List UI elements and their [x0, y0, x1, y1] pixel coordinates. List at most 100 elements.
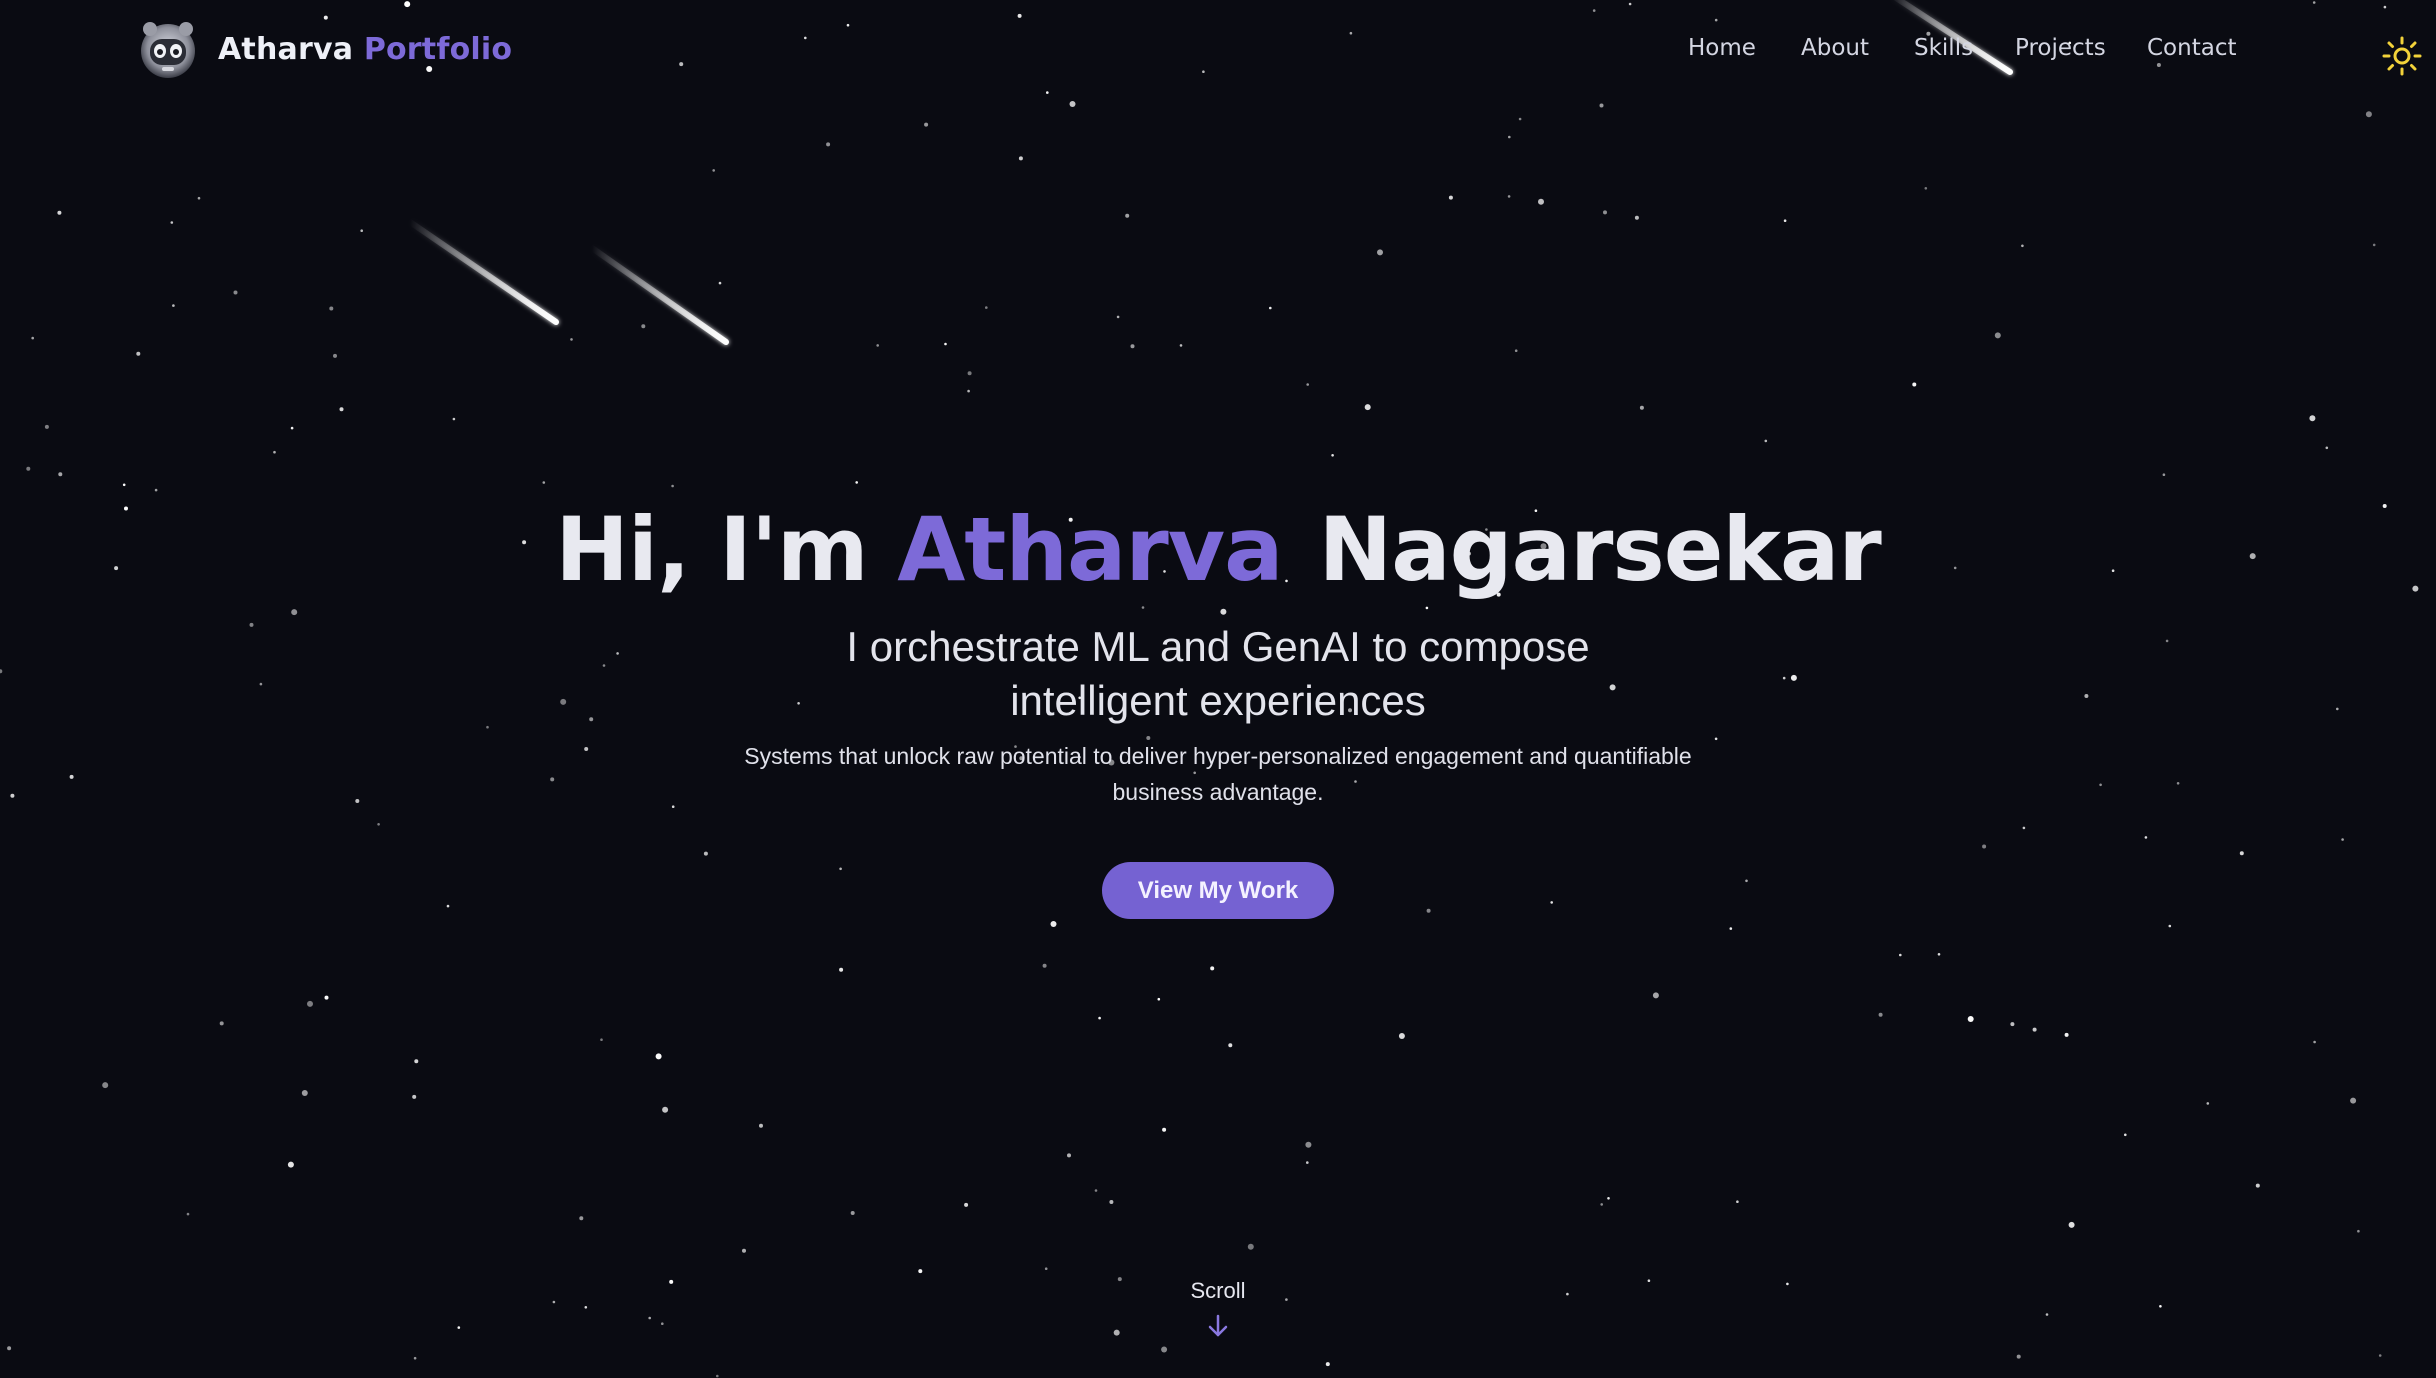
star: [136, 351, 141, 356]
robot-avatar-icon: [141, 22, 195, 78]
star: [1228, 1043, 1233, 1048]
star: [2124, 1133, 2127, 1137]
star: [412, 1094, 417, 1099]
star: [1924, 187, 1928, 190]
star: [2010, 1022, 2015, 1027]
star: [1331, 454, 1334, 457]
star: [1305, 1141, 1312, 1148]
star: [186, 1212, 190, 1216]
star: [1161, 1346, 1168, 1353]
hero-first-name: Atharva: [897, 498, 1283, 601]
star: [1069, 101, 1076, 107]
star: [967, 389, 970, 393]
star: [170, 221, 174, 224]
star: [1116, 315, 1120, 319]
scroll-indicator[interactable]: Scroll: [0, 1278, 2436, 1344]
star: [1269, 306, 1272, 310]
star: [641, 324, 646, 329]
star: [2206, 1102, 2210, 1105]
star: [579, 1216, 584, 1221]
shooting-star: [589, 245, 729, 345]
star: [219, 1021, 224, 1026]
nav-item-projects[interactable]: Projects: [2015, 28, 2106, 68]
brand-title: Atharva Portfolio: [218, 32, 512, 67]
star: [826, 142, 831, 147]
star: [333, 353, 337, 358]
star: [2372, 243, 2376, 247]
star: [1050, 921, 1057, 927]
nav-item-home[interactable]: Home: [1688, 28, 1756, 68]
star: [1912, 382, 1917, 387]
star: [1098, 1016, 1101, 1020]
star: [1508, 135, 1511, 139]
star: [985, 306, 988, 309]
star: [1448, 195, 1453, 200]
star: [290, 426, 294, 430]
star: [1325, 1362, 1330, 1367]
hero-subtitle: I orchestrate ML and GenAI to compose in…: [846, 623, 1590, 724]
star: [339, 407, 344, 412]
star: [1094, 1189, 1098, 1192]
star: [2021, 244, 2024, 248]
sun-icon[interactable]: [2382, 36, 2422, 76]
star: [324, 995, 329, 1000]
star: [1967, 1016, 1974, 1022]
hero-greeting: Hi, I'm: [555, 498, 868, 601]
nav-item-contact[interactable]: Contact: [2147, 28, 2236, 68]
star: [1130, 344, 1135, 349]
shooting-star: [407, 219, 559, 325]
arrow-down-icon: [1208, 1314, 1228, 1337]
star: [2064, 1032, 2069, 1037]
star: [1210, 966, 1215, 971]
star: [716, 1374, 719, 1378]
star: [44, 424, 49, 429]
star: [1162, 1127, 1167, 1132]
nav-item-skills[interactable]: Skills: [1914, 28, 1973, 68]
star: [2325, 446, 2329, 450]
star: [287, 1161, 294, 1168]
star: [1937, 953, 1941, 956]
hero-description: Systems that unlock raw potential to del…: [744, 743, 1692, 805]
star: [1179, 344, 1183, 347]
star: [1364, 404, 1371, 411]
star: [1652, 992, 1659, 999]
hero-last-name: Nagarsekar: [1318, 498, 1882, 601]
star: [2350, 1097, 2357, 1104]
star: [1042, 963, 1047, 968]
star: [924, 122, 929, 127]
star: [1764, 439, 1768, 443]
star: [1634, 215, 1639, 220]
star: [197, 196, 201, 200]
star: [1538, 198, 1544, 205]
star: [102, 1082, 109, 1089]
star: [1125, 213, 1130, 218]
star: [1306, 383, 1309, 386]
star: [1603, 210, 1607, 215]
star: [839, 967, 844, 972]
star: [742, 1248, 746, 1253]
star: [1018, 156, 1023, 161]
star: [2255, 1183, 2260, 1188]
star: [58, 472, 63, 477]
star: [1736, 1200, 1739, 1203]
star: [301, 1090, 308, 1096]
view-my-work-button[interactable]: View My Work: [1101, 862, 1335, 919]
star: [1729, 927, 1733, 930]
star: [1599, 103, 1604, 108]
star: [31, 336, 34, 340]
star: [1109, 1200, 1114, 1204]
star: [57, 210, 62, 215]
star: [2313, 1040, 2316, 1044]
star: [850, 1211, 855, 1215]
star: [1247, 1243, 1254, 1250]
star: [967, 371, 972, 376]
star: [172, 304, 175, 307]
navbar: Atharva Portfolio Home About Skills Proj…: [0, 0, 2436, 94]
star: [2378, 1354, 2382, 1357]
star: [1899, 953, 1902, 957]
brand-link[interactable]: Atharva Portfolio: [136, 17, 512, 81]
nav-item-about[interactable]: About: [1801, 28, 1869, 68]
star: [26, 466, 31, 471]
star: [452, 417, 456, 421]
star: [944, 342, 947, 346]
